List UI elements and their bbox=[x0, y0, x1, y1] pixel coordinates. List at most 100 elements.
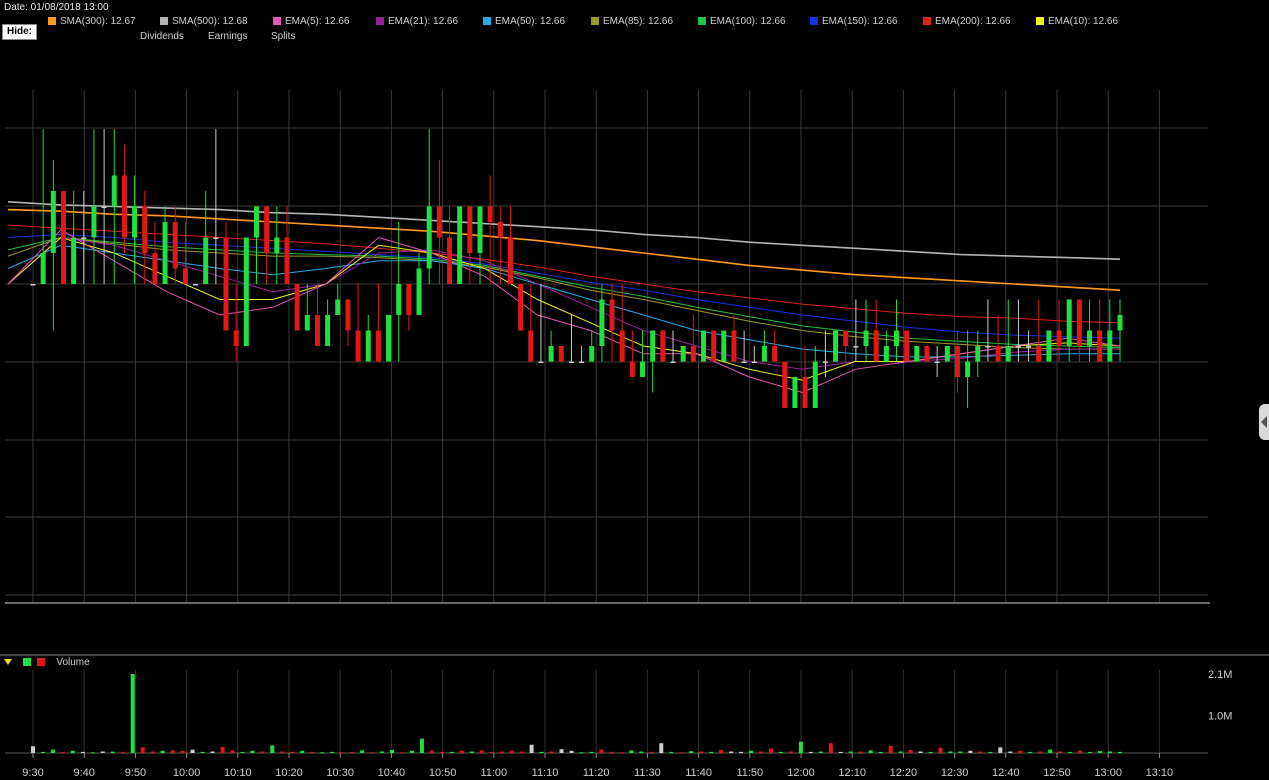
candle-body bbox=[660, 330, 666, 362]
volume-bar bbox=[120, 751, 125, 753]
splits-toggle[interactable]: Splits bbox=[271, 31, 295, 42]
price-chart[interactable]: 2.1M 1.0M 9:30 9:40 9:50 10:00 10:10 10:20 10:3… bbox=[0, 0, 1269, 780]
volume-bar bbox=[659, 743, 664, 753]
candle-body bbox=[467, 206, 473, 253]
volume-bar bbox=[858, 751, 863, 753]
legend-item[interactable]: EMA(150): 12.66 bbox=[810, 16, 898, 27]
candle-body bbox=[924, 346, 930, 362]
volume-bar bbox=[559, 749, 564, 753]
candle-body bbox=[325, 315, 331, 346]
volume-bar bbox=[818, 751, 823, 753]
dividends-toggle[interactable]: Dividends bbox=[140, 31, 184, 42]
legend-item[interactable]: EMA(50): 12.66 bbox=[483, 16, 565, 27]
volume-bar bbox=[1028, 751, 1033, 753]
candle-body bbox=[304, 315, 310, 331]
candle-body bbox=[558, 346, 564, 362]
candle-body bbox=[182, 268, 188, 284]
volume-legend[interactable]: Volume bbox=[4, 657, 90, 668]
candle-body bbox=[700, 330, 706, 362]
candle-body bbox=[1026, 346, 1032, 348]
x-tick-label: 12:20 bbox=[890, 767, 918, 779]
candle-body bbox=[538, 361, 544, 363]
volume-bar bbox=[978, 751, 983, 753]
legend-label: SMA(500): 12.68 bbox=[172, 16, 248, 27]
volume-bar bbox=[230, 750, 235, 753]
volume-bar bbox=[908, 749, 913, 753]
volume-y-tick-label: 1.0M bbox=[1208, 710, 1232, 722]
candle-body bbox=[101, 206, 107, 208]
legend-label: EMA(5): 12.66 bbox=[285, 16, 350, 27]
earnings-toggle[interactable]: Earnings bbox=[208, 31, 247, 42]
legend-swatch bbox=[923, 17, 931, 25]
candle-body bbox=[629, 361, 635, 377]
x-tick-label: 12:50 bbox=[1043, 767, 1071, 779]
volume-bar bbox=[300, 750, 305, 753]
volume-bar bbox=[1048, 749, 1053, 753]
volume-bar bbox=[170, 750, 175, 753]
candle-body bbox=[944, 346, 950, 362]
candle-body bbox=[406, 284, 412, 315]
collapse-triangle-icon[interactable] bbox=[4, 659, 12, 665]
volume-bar bbox=[330, 751, 335, 753]
volume-bar bbox=[1038, 751, 1043, 753]
volume-bar bbox=[599, 749, 604, 753]
legend-swatch bbox=[376, 17, 384, 25]
volume-bar bbox=[958, 751, 963, 753]
volume-bar bbox=[360, 750, 365, 753]
legend-item[interactable]: EMA(5): 12.66 bbox=[273, 16, 349, 27]
candle-body bbox=[772, 346, 778, 362]
volume-bar bbox=[70, 750, 75, 753]
candle-body bbox=[121, 175, 127, 238]
candle-body bbox=[589, 346, 595, 362]
volume-bar bbox=[848, 751, 853, 753]
volume-bar bbox=[240, 751, 245, 753]
candle-body bbox=[528, 330, 534, 362]
legend-item[interactable]: EMA(100): 12.66 bbox=[698, 16, 786, 27]
candle-body bbox=[802, 377, 808, 408]
candle-body bbox=[934, 361, 940, 363]
legend-item[interactable]: SMA(500): 12.68 bbox=[160, 16, 248, 27]
volume-bar bbox=[340, 752, 345, 754]
volume-bar bbox=[90, 752, 95, 754]
legend-item[interactable]: EMA(85): 12.66 bbox=[591, 16, 673, 27]
volume-bar bbox=[998, 747, 1003, 753]
date-label: Date: 01/08/2018 13:00 bbox=[4, 2, 109, 13]
legend-item[interactable]: SMA(300): 12.67 bbox=[48, 16, 136, 27]
candle-body bbox=[894, 330, 900, 346]
volume-bar bbox=[948, 751, 953, 753]
candle-body bbox=[314, 315, 320, 346]
legend-item[interactable]: EMA(21): 12.66 bbox=[376, 16, 458, 27]
volume-bar bbox=[310, 751, 315, 753]
candle-body bbox=[680, 346, 686, 362]
candle-body bbox=[579, 361, 585, 363]
legend-swatch bbox=[160, 17, 168, 25]
candle-body bbox=[721, 330, 727, 362]
candle-body bbox=[873, 330, 879, 362]
volume-bar bbox=[150, 751, 155, 753]
legend-item[interactable]: EMA(200): 12.66 bbox=[923, 16, 1011, 27]
volume-bar bbox=[519, 751, 524, 753]
volume-bar bbox=[1008, 751, 1013, 753]
candle-body bbox=[761, 346, 767, 362]
legend-item[interactable]: EMA(10): 12.66 bbox=[1036, 16, 1118, 27]
candle-body bbox=[883, 346, 889, 362]
side-panel-toggle-icon[interactable] bbox=[1259, 404, 1269, 440]
volume-bar bbox=[938, 747, 943, 753]
volume-bar bbox=[589, 751, 594, 753]
volume-bar bbox=[918, 751, 923, 753]
volume-bar bbox=[739, 751, 744, 753]
candle-body bbox=[111, 175, 117, 207]
volume-bar bbox=[749, 750, 754, 753]
x-tick-label: 12:30 bbox=[941, 767, 969, 779]
volume-bar bbox=[409, 750, 414, 753]
volume-bar bbox=[579, 752, 584, 754]
volume-up-swatch bbox=[22, 658, 31, 666]
volume-bar bbox=[549, 751, 554, 753]
volume-bar bbox=[50, 749, 55, 753]
hide-button[interactable]: Hide: bbox=[2, 24, 37, 40]
legend-label: EMA(150): 12.66 bbox=[822, 16, 898, 27]
candle-body bbox=[1005, 346, 1011, 362]
volume-bar bbox=[190, 749, 195, 753]
candle-body bbox=[833, 330, 839, 362]
x-tick-label: 13:00 bbox=[1094, 767, 1122, 779]
